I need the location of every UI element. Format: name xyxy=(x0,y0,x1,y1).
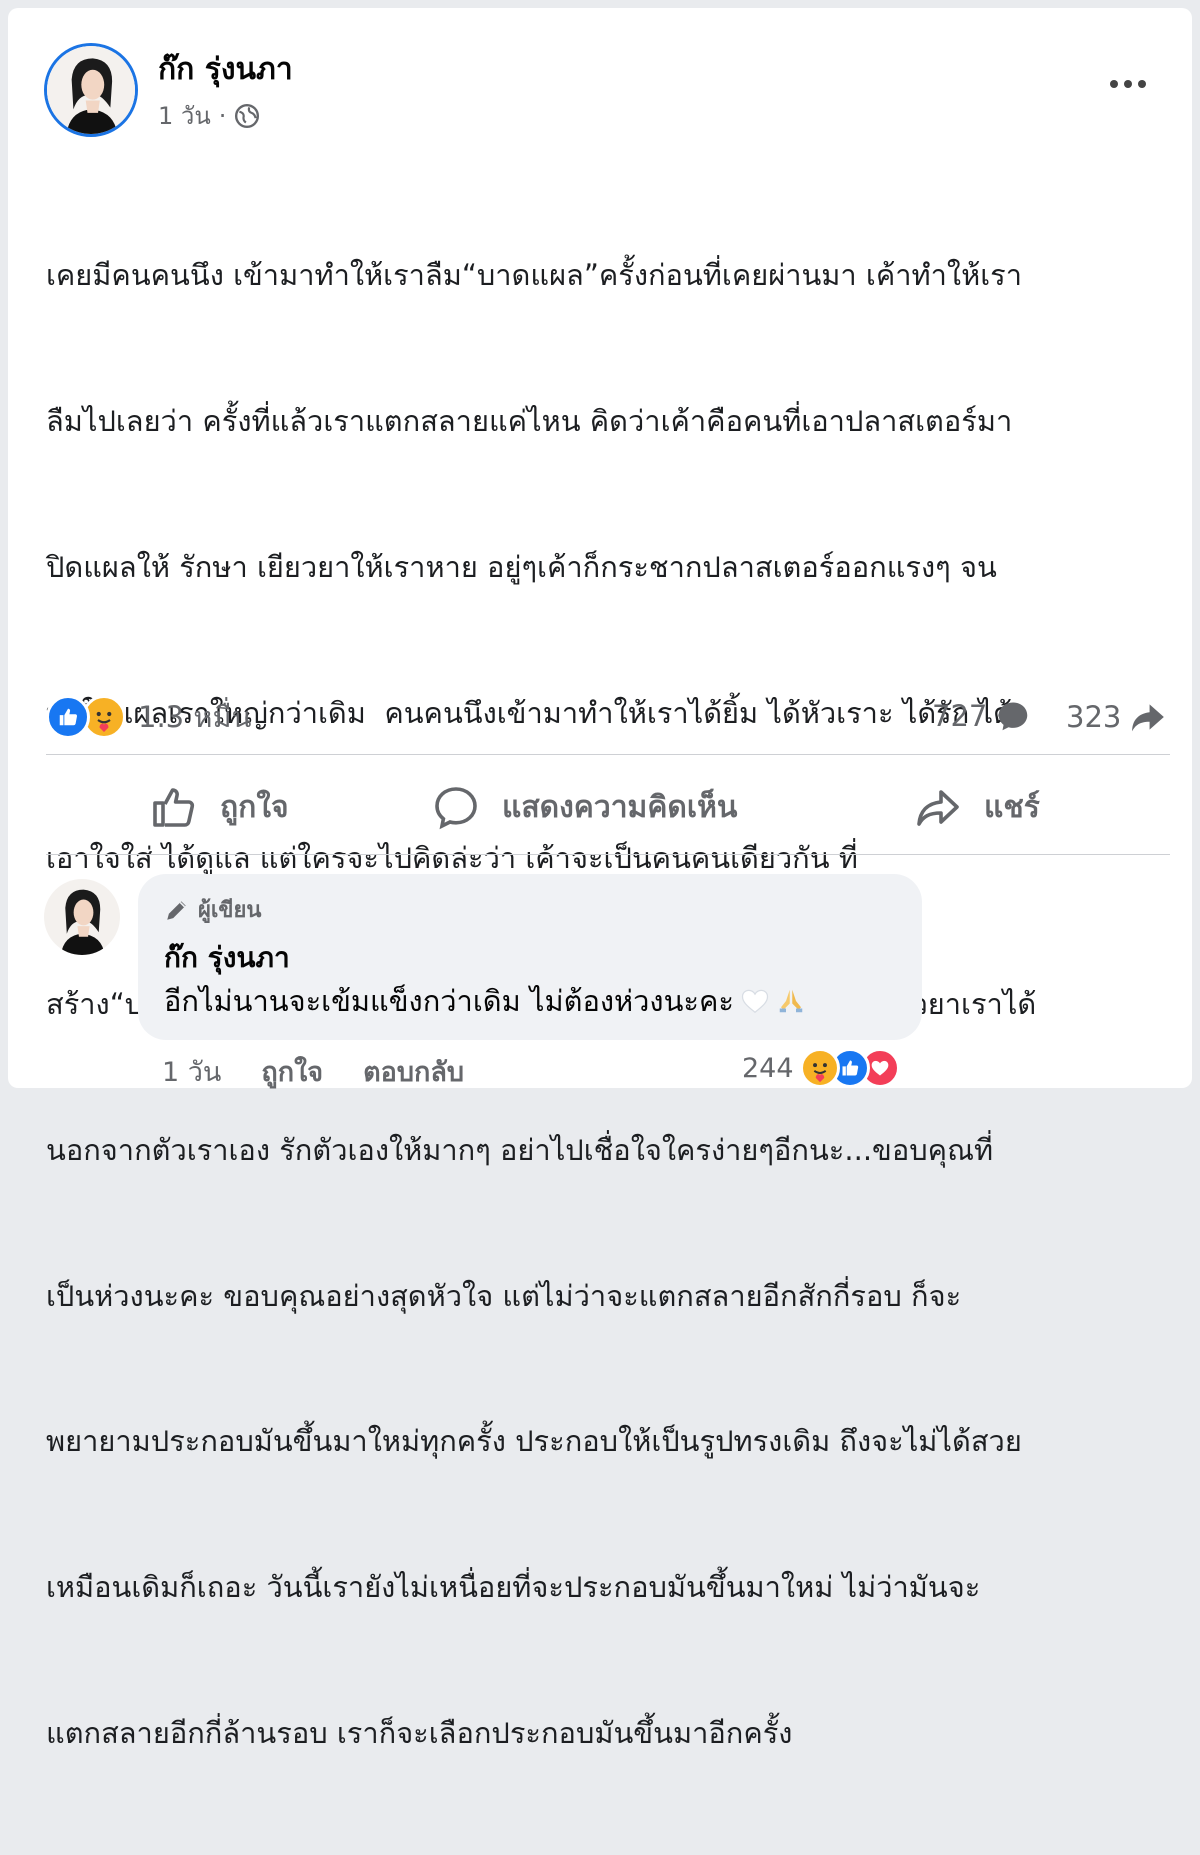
comment-reaction-count: 244 xyxy=(742,1052,794,1084)
share-arrow-icon xyxy=(917,790,959,826)
pen-icon xyxy=(167,900,186,920)
comment-bubble: ผู้เขียน ก๊ก รุ่งนภา อีกไม่นานจะเข้มแข็ง… xyxy=(138,874,922,1040)
comment-button-label: แสดงความคิดเห็น xyxy=(502,789,738,825)
author-badge-label: ผู้เขียน xyxy=(198,898,262,923)
post-body-line: ปิดแผลให้ รักษา เยียวยาให้เราหาย อยู่ๆเค… xyxy=(46,549,997,584)
post-body-line: เหมือนเดิมก็เถอะ วันนี้เรายังไม่เหนื่อยท… xyxy=(46,1570,981,1605)
comment-actions: 1 วัน ถูกใจ ตอบกลับ xyxy=(162,1050,464,1093)
like-button[interactable]: ถูกใจ xyxy=(150,778,289,836)
comment-text-body: อีกไม่นานจะเข้มแข็งกว่าเดิม ไม่ต้องห่วงน… xyxy=(164,984,734,1018)
speech-bubble-icon xyxy=(435,787,477,830)
divider xyxy=(46,854,1170,855)
share-count-value: 323 xyxy=(1066,700,1122,734)
comment-count-value: 727 xyxy=(932,699,988,733)
author-avatar[interactable] xyxy=(44,43,138,137)
praying-hands-icon xyxy=(779,989,803,1013)
post-body-line: นอกจากตัวเราเอง รักตัวเองให้มากๆ อย่าไปเ… xyxy=(46,1132,994,1167)
share-count-icon xyxy=(1132,704,1165,732)
like-button-label: ถูกใจ xyxy=(220,789,289,825)
post-body-line: พยายามประกอบมันขึ้นมาใหม่ทุกครั้ง ประกอบ… xyxy=(46,1424,1022,1459)
post-body-line: แตกสลายอีกกี่ล้านรอบ เราก็จะเลือกประกอบม… xyxy=(46,1716,793,1750)
post-body-line: ลืมไปเลยว่า ครั้งที่แล้วเราแตกสลายแค่ไหน… xyxy=(46,403,1013,438)
comment-timestamp[interactable]: 1 วัน xyxy=(162,1050,221,1093)
share-button-label: แชร์ xyxy=(984,789,1040,825)
commenter-avatar[interactable] xyxy=(44,879,120,955)
like-reaction-icon xyxy=(46,695,90,739)
reaction-summary[interactable]: 1.3 หมื่น xyxy=(46,694,251,740)
post-body-line: เคยมีคนคนนึง เข้ามาทำให้เราลืม“บาดแผล”คร… xyxy=(46,258,1022,293)
care-emoji-icon xyxy=(799,1048,840,1088)
globe-icon[interactable] xyxy=(234,103,260,129)
comment-count[interactable]: 727 xyxy=(932,698,1031,734)
post-timestamp[interactable]: 1 วัน xyxy=(158,96,211,135)
comment-author-name[interactable]: ก๊ก รุ่งนภา xyxy=(164,936,290,980)
comment-button[interactable]: แสดงความคิดเห็น xyxy=(432,778,737,836)
reaction-count: 1.3 หมื่น xyxy=(138,700,252,734)
author-badge: ผู้เขียน xyxy=(164,892,261,927)
meta-separator: · xyxy=(218,101,227,130)
share-count[interactable]: 323 xyxy=(1066,698,1167,736)
post-author-name[interactable]: ก๊ก รุ่งนภา xyxy=(158,46,293,93)
post-card: ก๊ก รุ่งนภา 1 วัน · เคยมีคนคนนึง เข้ามาท… xyxy=(8,8,1192,1750)
post-meta: 1 วัน · xyxy=(158,96,260,135)
white-heart-icon xyxy=(741,989,769,1014)
comment-text: อีกไม่นานจะเข้มแข็งกว่าเดิม ไม่ต้องห่วงน… xyxy=(164,978,806,1024)
more-options-icon[interactable] xyxy=(1100,64,1156,104)
comment-reaction-summary[interactable]: 244 xyxy=(742,1048,900,1088)
share-button[interactable]: แชร์ xyxy=(914,778,1040,836)
comment-count-icon xyxy=(999,702,1028,731)
divider xyxy=(46,754,1170,755)
post-body-line: เป็นห่วงนะคะ ขอบคุณอย่างสุดหัวใจ แต่ไม่ว… xyxy=(46,1278,962,1313)
comment-like-button[interactable]: ถูกใจ xyxy=(261,1050,323,1093)
comment-reply-button[interactable]: ตอบกลับ xyxy=(363,1050,464,1093)
thumbs-up-icon xyxy=(153,788,195,827)
